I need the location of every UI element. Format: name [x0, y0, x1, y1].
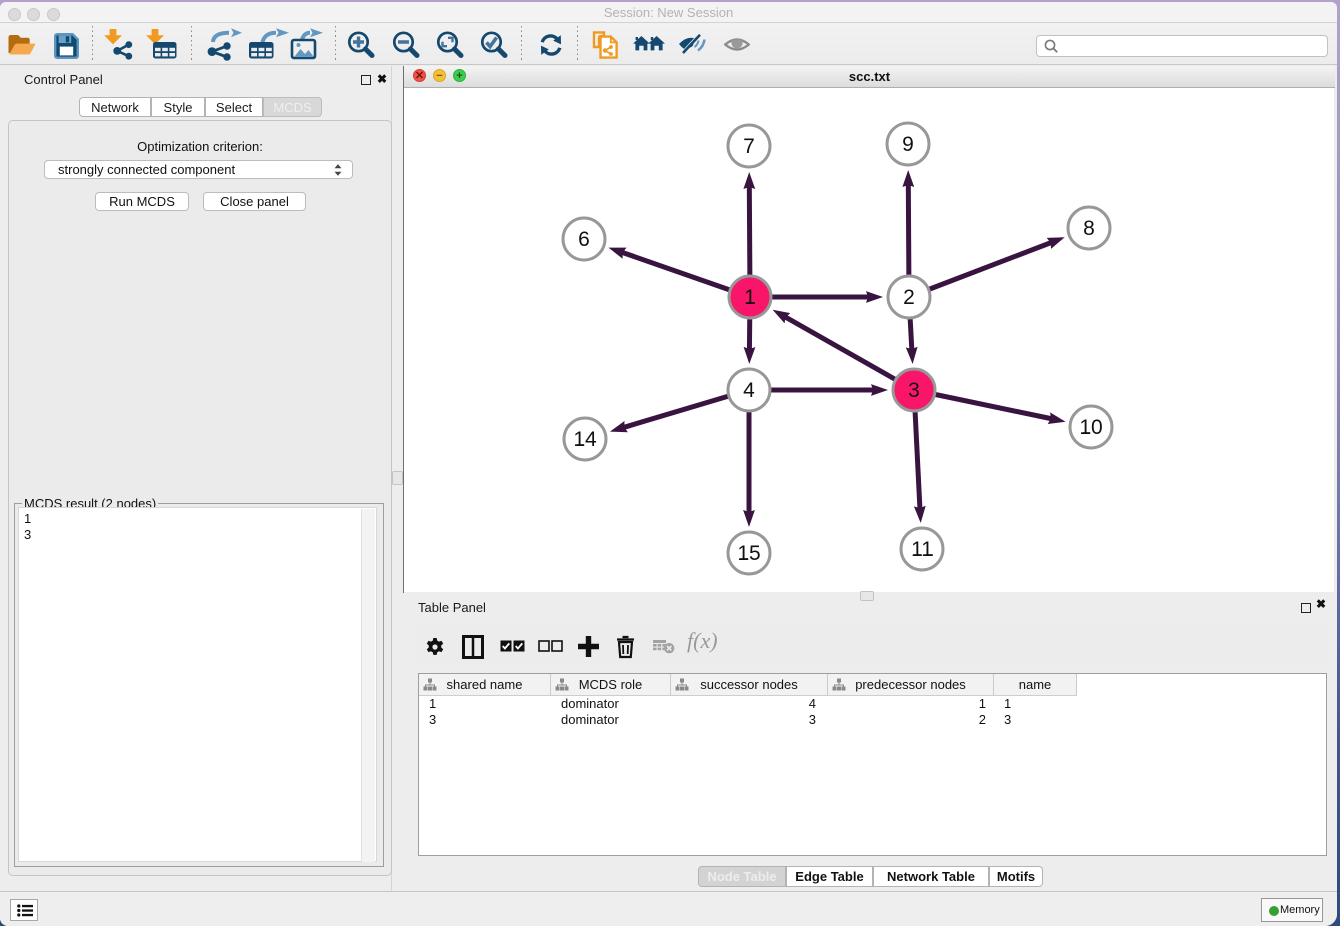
svg-text:2: 2 [903, 286, 915, 309]
svg-text:9: 9 [902, 133, 914, 156]
svg-text:14: 14 [573, 428, 597, 451]
svg-text:4: 4 [743, 379, 755, 402]
svg-text:1: 1 [744, 286, 756, 309]
svg-text:10: 10 [1079, 416, 1102, 439]
svg-text:7: 7 [743, 135, 755, 158]
svg-text:6: 6 [578, 228, 590, 251]
svg-text:15: 15 [737, 542, 760, 565]
svg-text:3: 3 [908, 379, 920, 402]
svg-text:8: 8 [1083, 217, 1095, 240]
svg-text:11: 11 [911, 538, 933, 561]
